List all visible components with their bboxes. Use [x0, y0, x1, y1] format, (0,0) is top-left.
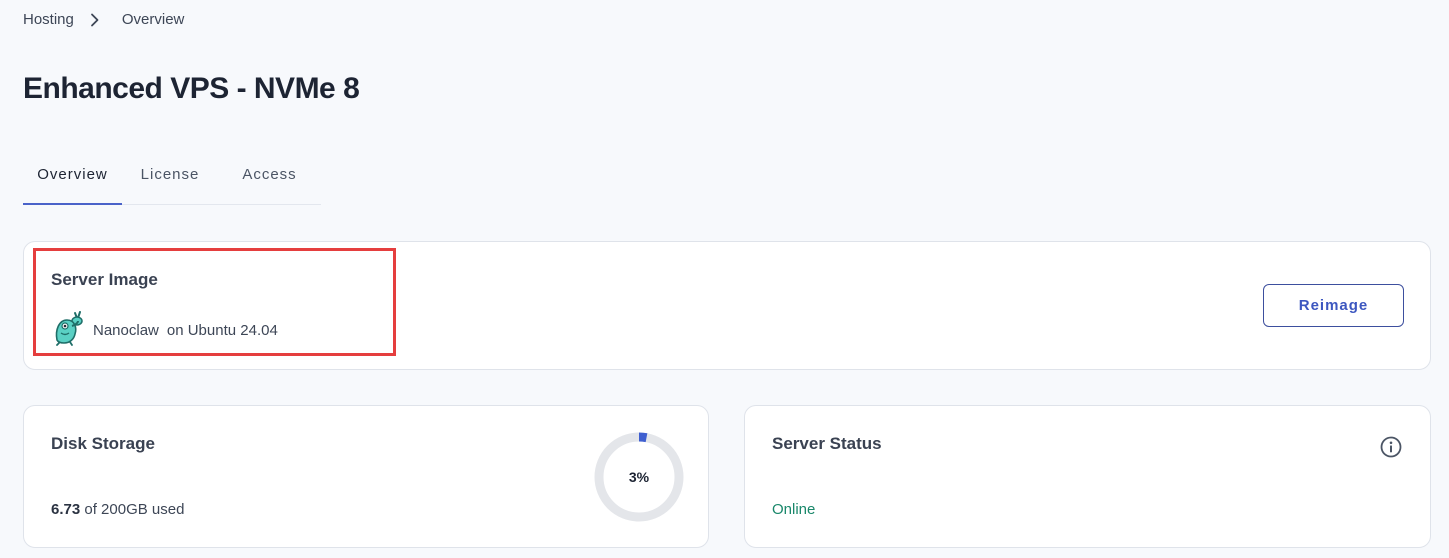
highlight-box [33, 248, 396, 356]
disk-total-text: of 200GB used [84, 501, 185, 518]
disk-percent-label: 3% [628, 469, 650, 485]
info-icon[interactable] [1380, 436, 1402, 458]
page-title: Enhanced VPS - NVMe 8 [23, 72, 360, 105]
disk-used-value: 6.73 [51, 501, 81, 518]
reimage-button[interactable]: Reimage [1263, 284, 1404, 327]
disk-storage-title: Disk Storage [51, 434, 155, 453]
tab-overview[interactable]: Overview [23, 150, 122, 205]
tab-bar: Overview License Access [23, 150, 321, 205]
server-status-title: Server Status [772, 434, 882, 453]
disk-storage-card: Disk Storage 6.73 of 200GB used 3% [23, 405, 709, 548]
tab-access[interactable]: Access [218, 150, 321, 205]
tab-license[interactable]: License [122, 150, 218, 205]
chevron-right-icon [90, 13, 100, 27]
breadcrumb: Hosting Overview [23, 11, 184, 28]
disk-usage-text: 6.73 of 200GB used [51, 501, 184, 518]
breadcrumb-hosting-link[interactable]: Hosting [23, 11, 74, 28]
server-status-value: Online [772, 501, 816, 518]
server-status-card: Server Status Online [744, 405, 1431, 548]
breadcrumb-current: Overview [121, 11, 185, 28]
